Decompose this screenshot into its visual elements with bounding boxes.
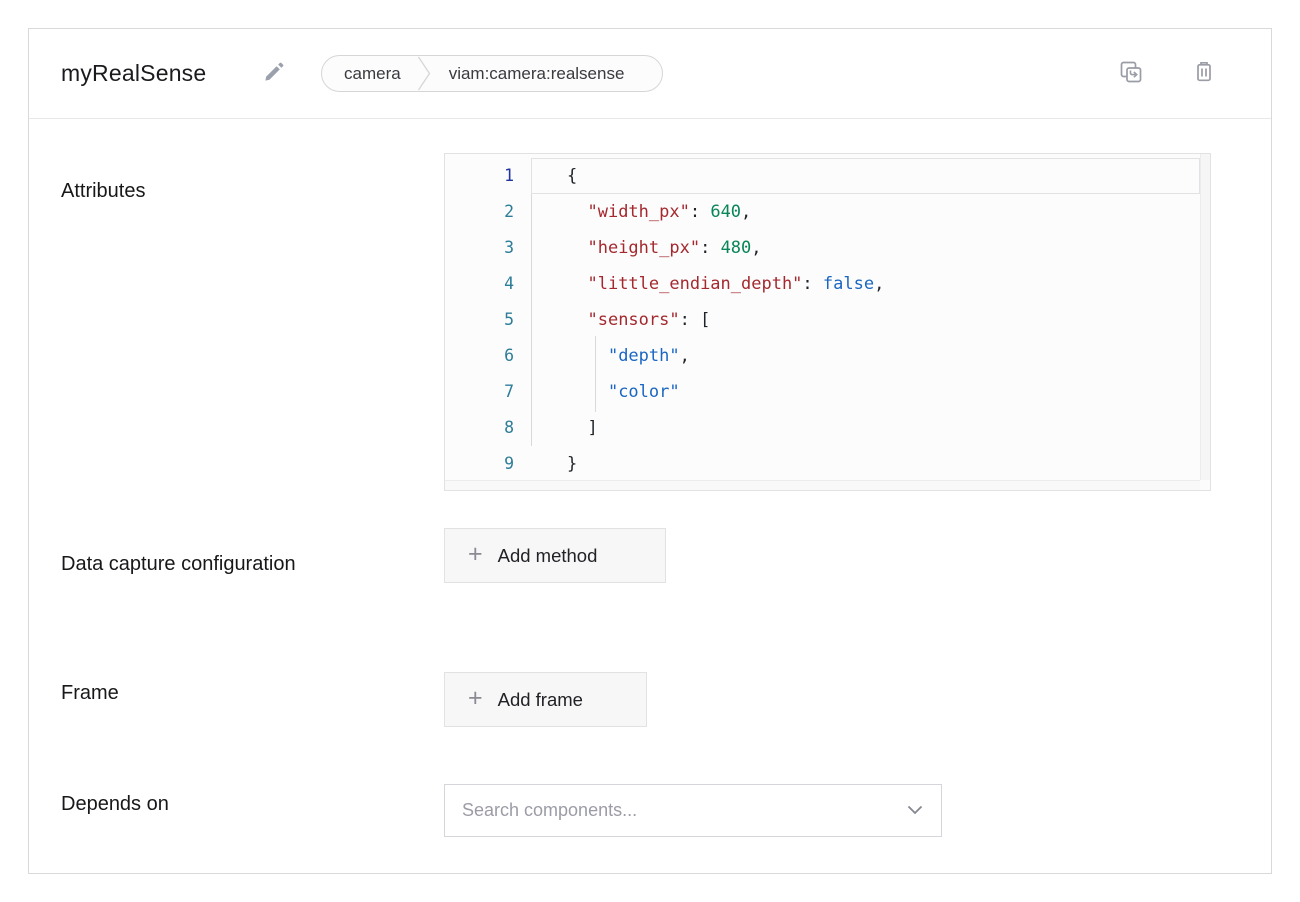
code-lines: 1{2 "width_px": 640,3 "height_px": 480,4…: [445, 158, 1200, 482]
breadcrumb-separator-icon: [417, 55, 431, 92]
delete-button[interactable]: [1191, 61, 1217, 87]
trash-icon: [1191, 59, 1217, 88]
editor-vertical-scrollbar[interactable]: [1200, 154, 1210, 480]
plus-icon: +: [468, 542, 483, 567]
attributes-label: Attributes: [61, 177, 145, 205]
indent-guide: [531, 194, 532, 446]
line-number: 8: [445, 410, 531, 446]
code-line[interactable]: 7 "color": [445, 374, 1200, 410]
add-method-label: Add method: [498, 545, 598, 567]
pencil-icon: [261, 59, 287, 88]
code-line-content: {: [531, 158, 1200, 194]
code-line-content: ]: [531, 410, 1200, 446]
code-line-content: "sensors": [: [531, 302, 1200, 338]
line-number: 7: [445, 374, 531, 410]
depends-on-select[interactable]: Search components...: [444, 784, 942, 837]
duplicate-button[interactable]: [1118, 61, 1144, 87]
line-number: 1: [445, 158, 531, 194]
indent-guide: [595, 336, 596, 412]
line-number: 3: [445, 230, 531, 266]
line-number: 5: [445, 302, 531, 338]
frame-label: Frame: [61, 679, 119, 707]
line-number: 6: [445, 338, 531, 374]
component-kind: camera: [322, 64, 417, 84]
code-line[interactable]: 4 "little_endian_depth": false,: [445, 266, 1200, 302]
add-frame-label: Add frame: [498, 689, 583, 711]
duplicate-icon: [1118, 59, 1144, 88]
code-line-content: "little_endian_depth": false,: [531, 266, 1200, 302]
code-line-content: }: [531, 446, 1200, 482]
code-line-content: "color": [531, 374, 1200, 410]
component-config-card: myRealSense camera viam:camera:realsense: [28, 28, 1272, 874]
code-line-content: "width_px": 640,: [531, 194, 1200, 230]
data-capture-label: Data capture configuration: [61, 544, 296, 584]
code-line[interactable]: 5 "sensors": [: [445, 302, 1200, 338]
code-line[interactable]: 8 ]: [445, 410, 1200, 446]
line-number: 4: [445, 266, 531, 302]
code-line[interactable]: 6 "depth",: [445, 338, 1200, 374]
header-actions: [1118, 61, 1217, 87]
code-line-content: "height_px": 480,: [531, 230, 1200, 266]
card-header: myRealSense camera viam:camera:realsense: [29, 29, 1271, 119]
component-model: viam:camera:realsense: [431, 64, 643, 84]
component-name: myRealSense: [61, 60, 206, 87]
component-type-pill[interactable]: camera viam:camera:realsense: [321, 55, 663, 92]
depends-on-label: Depends on: [61, 790, 169, 818]
code-line[interactable]: 3 "height_px": 480,: [445, 230, 1200, 266]
plus-icon: +: [468, 686, 483, 711]
add-method-button[interactable]: + Add method: [444, 528, 666, 583]
add-frame-button[interactable]: + Add frame: [444, 672, 647, 727]
editor-horizontal-scrollbar[interactable]: [445, 480, 1200, 490]
line-number: 9: [445, 446, 531, 482]
attributes-json-editor[interactable]: 1{2 "width_px": 640,3 "height_px": 480,4…: [444, 153, 1211, 491]
code-line-content: "depth",: [531, 338, 1200, 374]
edit-name-button[interactable]: [257, 57, 291, 91]
line-number: 2: [445, 194, 531, 230]
chevron-down-icon: [907, 802, 923, 820]
code-line[interactable]: 2 "width_px": 640,: [445, 194, 1200, 230]
depends-on-placeholder: Search components...: [462, 800, 637, 821]
code-line[interactable]: 1{: [445, 158, 1200, 194]
code-line[interactable]: 9}: [445, 446, 1200, 482]
